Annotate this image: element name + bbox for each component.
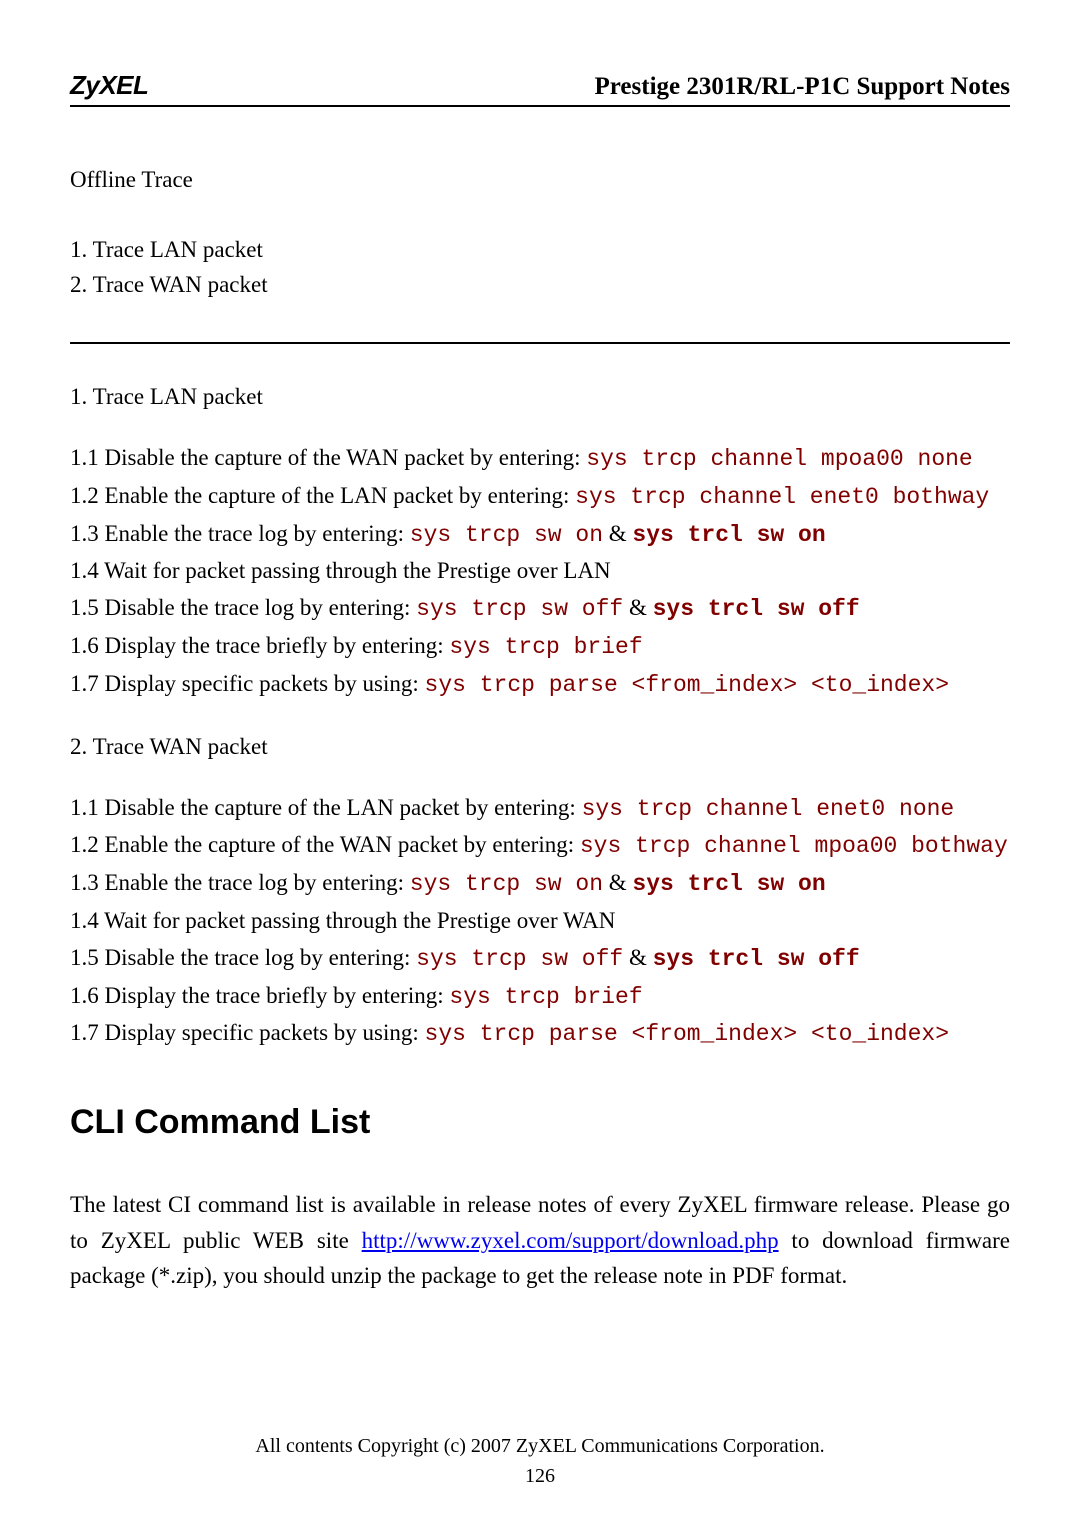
horizontal-rule xyxy=(70,342,1010,344)
lan-step-2: 1.2 Enable the capture of the LAN packet… xyxy=(70,478,1010,516)
lan-step-6: 1.6 Display the trace briefly by enterin… xyxy=(70,628,1010,666)
amp-text: & xyxy=(623,945,652,970)
step-text: 1.3 Enable the trace log by entering: xyxy=(70,521,410,546)
command-text: sys trcp channel mpoa00 none xyxy=(586,446,972,472)
command-text: sys trcp channel enet0 bothway xyxy=(575,484,989,510)
command-text: sys trcp sw off xyxy=(416,596,623,622)
lan-step-7: 1.7 Display specific packets by using: s… xyxy=(70,666,1010,704)
download-link[interactable]: http://www.zyxel.com/support/download.ph… xyxy=(362,1228,779,1253)
subheading-offline-trace: Offline Trace xyxy=(70,167,1010,193)
step-text: 1.5 Disable the trace log by entering: xyxy=(70,945,416,970)
step-text: 1.5 Disable the trace log by entering: xyxy=(70,595,416,620)
section-title-lan: 1. Trace LAN packet xyxy=(70,384,1010,410)
command-text: sys trcp parse <from_index> <to_index> xyxy=(425,672,950,698)
footer-copyright: All contents Copyright (c) 2007 ZyXEL Co… xyxy=(0,1435,1080,1458)
page-number: 126 xyxy=(0,1465,1080,1488)
cli-heading: CLI Command List xyxy=(70,1103,1010,1142)
step-text: 1.7 Display specific packets by using: xyxy=(70,1020,425,1045)
command-text: sys trcl sw off xyxy=(653,596,860,622)
wan-step-6: 1.6 Display the trace briefly by enterin… xyxy=(70,978,1010,1016)
command-text: sys trcp channel enet0 none xyxy=(582,796,955,822)
step-text: 1.6 Display the trace briefly by enterin… xyxy=(70,983,449,1008)
lan-step-4: 1.4 Wait for packet passing through the … xyxy=(70,553,1010,590)
toc-item-1: 1. Trace LAN packet xyxy=(70,233,1010,268)
step-text: 1.2 Enable the capture of the LAN packet… xyxy=(70,483,575,508)
lan-step-5: 1.5 Disable the trace log by entering: s… xyxy=(70,590,1010,628)
wan-step-4: 1.4 Wait for packet passing through the … xyxy=(70,903,1010,940)
wan-step-5: 1.5 Disable the trace log by entering: s… xyxy=(70,940,1010,978)
header-title: Prestige 2301R/RL-P1C Support Notes xyxy=(595,73,1010,101)
amp-text: & xyxy=(603,870,632,895)
wan-step-3: 1.3 Enable the trace log by entering: sy… xyxy=(70,865,1010,903)
lan-step-1: 1.1 Disable the capture of the WAN packe… xyxy=(70,440,1010,478)
amp-text: & xyxy=(623,595,652,620)
command-text: sys trcl sw on xyxy=(632,871,825,897)
command-text: sys trcp channel mpoa00 bothway xyxy=(580,833,1008,859)
command-text: sys trcp sw on xyxy=(410,522,603,548)
lan-step-3: 1.3 Enable the trace log by entering: sy… xyxy=(70,516,1010,554)
command-text: sys trcp sw off xyxy=(416,946,623,972)
command-text: sys trcp sw on xyxy=(410,871,603,897)
section-title-wan: 2. Trace WAN packet xyxy=(70,734,1010,760)
wan-step-1: 1.1 Disable the capture of the LAN packe… xyxy=(70,790,1010,828)
command-text: sys trcp parse <from_index> <to_index> xyxy=(425,1021,950,1047)
wan-steps: 1.1 Disable the capture of the LAN packe… xyxy=(70,790,1010,1054)
step-text: 1.1 Disable the capture of the WAN packe… xyxy=(70,445,586,470)
command-text: sys trcl sw off xyxy=(653,946,860,972)
cli-paragraph: The latest CI command list is available … xyxy=(70,1187,1010,1294)
logo-text: ZyXEL xyxy=(70,70,148,101)
page-header: ZyXEL Prestige 2301R/RL-P1C Support Note… xyxy=(70,70,1010,107)
step-text: 1.2 Enable the capture of the WAN packet… xyxy=(70,832,580,857)
wan-step-7: 1.7 Display specific packets by using: s… xyxy=(70,1015,1010,1053)
step-text: 1.1 Disable the capture of the LAN packe… xyxy=(70,795,582,820)
step-text: 1.3 Enable the trace log by entering: xyxy=(70,870,410,895)
step-text: 1.7 Display specific packets by using: xyxy=(70,671,425,696)
command-text: sys trcp brief xyxy=(449,984,642,1010)
step-text: 1.6 Display the trace briefly by enterin… xyxy=(70,633,449,658)
command-text: sys trcp brief xyxy=(449,634,642,660)
lan-steps: 1.1 Disable the capture of the WAN packe… xyxy=(70,440,1010,704)
toc-item-2: 2. Trace WAN packet xyxy=(70,268,1010,303)
wan-step-2: 1.2 Enable the capture of the WAN packet… xyxy=(70,827,1010,865)
amp-text: & xyxy=(603,521,632,546)
table-of-contents: 1. Trace LAN packet 2. Trace WAN packet xyxy=(70,233,1010,302)
command-text: sys trcl sw on xyxy=(632,522,825,548)
